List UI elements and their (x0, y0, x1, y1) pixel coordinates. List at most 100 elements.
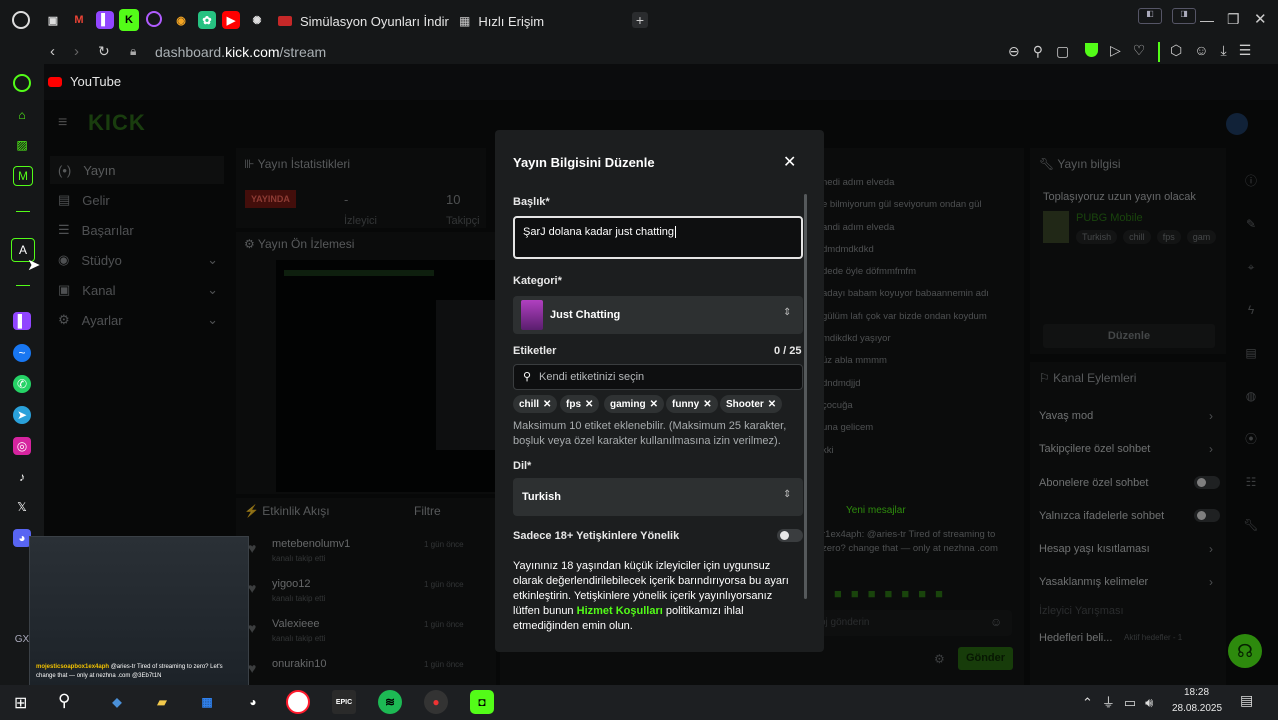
remove-tag-icon[interactable]: ✕ (585, 399, 593, 410)
adult-description: Yayınınız 18 yaşından küçük izleyiciler … (513, 560, 789, 632)
grid-icon: ▦ (459, 14, 471, 28)
circle-app-icon[interactable] (146, 11, 162, 27)
remove-tag-icon[interactable]: ✕ (703, 399, 711, 410)
maximize-icon[interactable]: ❐ (1227, 11, 1240, 28)
title-value: ŞarJ dolana kadar just chatting (523, 226, 675, 238)
opera-taskbar-icon[interactable] (286, 690, 310, 714)
bookmark-youtube[interactable]: YouTube (48, 74, 121, 89)
category-label: Kategori* (513, 275, 562, 287)
twitch-icon[interactable]: ▌ (96, 11, 114, 29)
toolbar-divider (1158, 42, 1160, 62)
store-icon[interactable]: ▦ (195, 690, 219, 714)
game-app-icon[interactable]: ✿ (198, 11, 216, 29)
tag-chip-chill[interactable]: chill ✕ (513, 395, 558, 413)
twitch-icon[interactable]: ▌ (13, 312, 31, 330)
spotify-icon[interactable]: ≋ (378, 690, 402, 714)
terms-link[interactable]: Hizmet Koşulları (577, 605, 663, 617)
tag-chip-funny[interactable]: funny ✕ (666, 395, 718, 413)
sidebar-divider (16, 211, 30, 212)
opera-icon[interactable] (12, 11, 30, 29)
mouse-cursor-icon: ➤ (27, 257, 41, 274)
tray-icons[interactable]: ⌃⏚▭🔊︎ (1082, 692, 1162, 711)
app-taskbar-icon[interactable]: ◆ (105, 690, 129, 714)
clock-time[interactable]: 18:28 (1184, 687, 1209, 698)
category-value: Just Chatting (550, 309, 621, 321)
extensions-menu-icons[interactable]: ⬡☺⤓☰ (1170, 42, 1263, 59)
back-icon[interactable]: ‹ (50, 43, 55, 60)
widget-icon[interactable]: ◧ (1138, 8, 1162, 24)
instagram-icon[interactable]: ◎ (13, 437, 31, 455)
modal-title: Yayın Bilgisini Düzenle (513, 155, 655, 170)
overlay-chat-widget[interactable]: mojesticsoapbox1ex4aph @aries-tr Tired o… (29, 536, 249, 700)
notifications-icon[interactable]: ▤ (1240, 692, 1253, 709)
remove-tag-icon[interactable]: ✕ (768, 399, 776, 410)
app-icon[interactable]: ◉ (172, 11, 190, 29)
shopping-icon[interactable]: ⌂ (13, 106, 31, 124)
overlay-chat-user: mojesticsoapbox1ex4aph (36, 664, 110, 670)
game-taskbar-icon[interactable]: ● (424, 690, 448, 714)
widget2-icon[interactable]: ◨ (1172, 8, 1196, 24)
reload-icon[interactable]: ↻ (98, 43, 110, 60)
vpn-shield-icon[interactable] (1085, 43, 1098, 57)
tag-chip-shooter[interactable]: Shooter ✕ (720, 395, 783, 413)
tags-help: Maksimum 10 etiket eklenebilir. (Maksimu… (513, 420, 787, 447)
minimize-icon[interactable]: — (1200, 12, 1214, 28)
tab-label: Hızlı Erişim (478, 13, 545, 29)
speed-dial-icon[interactable] (13, 74, 31, 92)
tab-hizli-erisim[interactable]: ▦ Hızlı Erişim (459, 10, 544, 32)
clock-date[interactable]: 28.08.2025 (1172, 703, 1222, 714)
remove-tag-icon[interactable]: ✕ (543, 399, 551, 410)
x-icon[interactable]: 𝕏 (13, 498, 31, 516)
site-favicon-icon (278, 16, 292, 26)
tags-label: Etiketler (513, 345, 557, 357)
tab-label: Simülasyon Oyunları İndir (300, 13, 449, 29)
new-tab-icon[interactable]: + (632, 12, 648, 28)
chatgpt-icon[interactable]: ✺ (248, 11, 266, 29)
close-icon[interactable]: ✕ (783, 152, 796, 172)
adult-toggle[interactable] (777, 529, 803, 542)
youtube-icon (48, 76, 62, 87)
search-icon[interactable]: ⚲ (58, 691, 70, 711)
youtube-tab-icon[interactable]: ▶ (222, 11, 240, 29)
tag-chip-gaming[interactable]: gaming ✕ (604, 395, 664, 413)
category-select[interactable]: Just Chatting ⇕ (513, 296, 803, 334)
kick-tab-icon[interactable]: K (119, 9, 139, 31)
tags-input[interactable]: ⚲ Kendi etiketinizi seçin (513, 364, 803, 390)
m-app-icon[interactable]: M (13, 166, 33, 186)
category-thumbnail (521, 300, 543, 330)
file-explorer-icon[interactable]: ▰ (150, 690, 174, 714)
whatsapp-icon[interactable]: ✆ (13, 375, 31, 393)
select-arrows-icon: ⇕ (783, 489, 792, 500)
sidebar-divider (16, 285, 30, 286)
steam-icon[interactable]: ◕ (241, 690, 265, 714)
lock-icon: 🔒︎ (130, 44, 137, 58)
kick-taskbar-icon[interactable]: ◘ (470, 690, 494, 714)
gmail-icon[interactable]: M (70, 11, 88, 29)
player-heart-icons[interactable]: ▷♡ (1110, 42, 1157, 59)
tag-chip-fps[interactable]: fps ✕ (560, 395, 600, 413)
overlay-chat-message: mojesticsoapbox1ex4aph @aries-tr Tired o… (36, 663, 236, 681)
tab-simulasyon[interactable]: Simülasyon Oyunları İndir (278, 10, 449, 32)
language-label: Dil* (513, 460, 532, 472)
window-close-icon[interactable]: ✕ (1254, 10, 1267, 28)
windows-start-icon[interactable]: ⊞ (14, 693, 27, 713)
gamepad-icon[interactable]: ▣ (44, 11, 62, 29)
messenger-icon[interactable]: ~ (13, 344, 31, 362)
language-value: Turkish (522, 491, 561, 503)
forward-icon[interactable]: › (74, 43, 79, 60)
crypto-icon[interactable]: ▨ (13, 136, 31, 154)
tags-placeholder: Kendi etiketinizi seçin (539, 371, 645, 383)
title-input[interactable]: ŞarJ dolana kadar just chatting (513, 216, 803, 259)
tags-count: 0 / 25 (774, 345, 802, 357)
remove-tag-icon[interactable]: ✕ (650, 399, 658, 410)
url-field[interactable]: dashboard.kick.com/stream (155, 44, 326, 60)
epic-games-icon[interactable]: EPIC (332, 690, 356, 714)
title-label: Başlık* (513, 196, 550, 208)
browser-toolbar-icons[interactable]: ⊖⚲▢ (1008, 43, 1082, 60)
select-arrows-icon: ⇕ (783, 307, 792, 318)
telegram-icon[interactable]: ➤ (13, 406, 31, 424)
tiktok-icon[interactable]: ♪ (13, 468, 31, 486)
modal-scrollbar[interactable] (804, 194, 807, 599)
language-select[interactable]: Turkish ⇕ (513, 478, 803, 516)
bookmark-label: YouTube (70, 74, 122, 89)
